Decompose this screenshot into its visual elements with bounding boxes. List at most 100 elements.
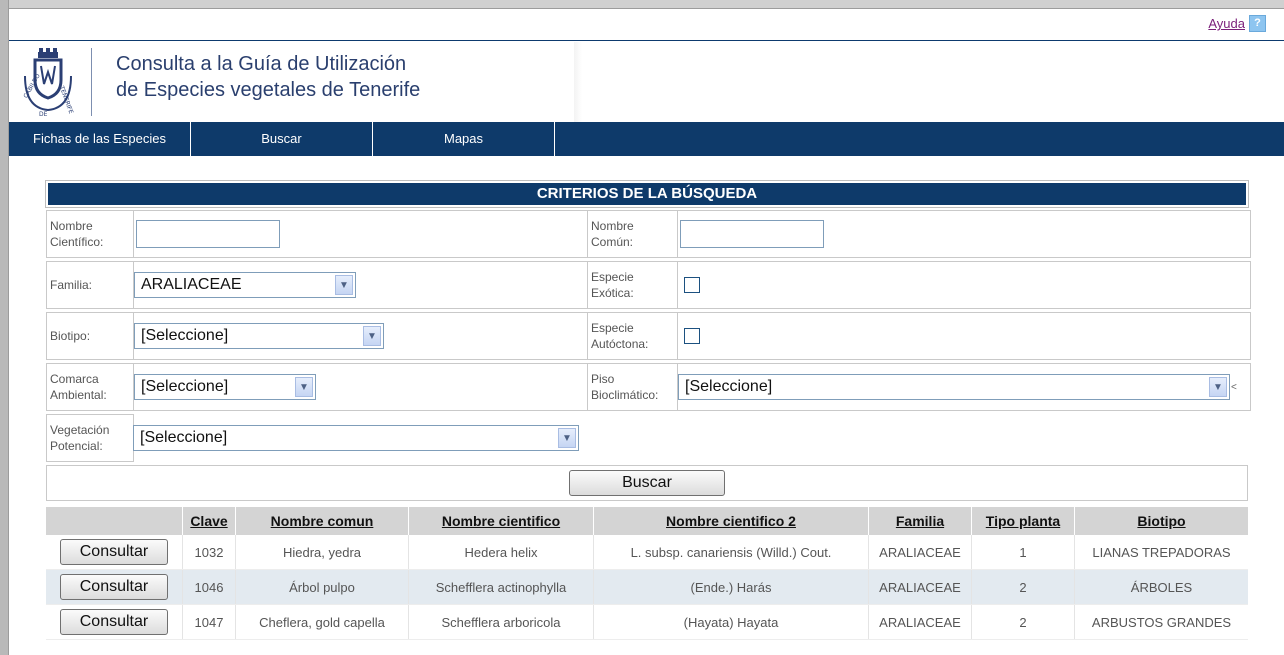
nombre-cientifico-label: Nombre Científico: (46, 210, 134, 258)
window-frame-top (0, 0, 1284, 9)
cell-tipo-planta: 2 (971, 569, 1075, 605)
criteria-row-5: Vegetación Potencial: [Seleccione] ▼ (46, 414, 1248, 462)
main-navbar: Fichas de las Especies Buscar Mapas (9, 122, 1284, 156)
help-link[interactable]: Ayuda (1208, 16, 1245, 31)
table-row: Consultar 1047 Cheflera, gold capella Sc… (46, 604, 1248, 640)
site-header: CABILDO TENERIFE DE Consulta a la Guía d… (9, 40, 1284, 122)
table-row: Consultar 1032 Hiedra, yedra Hedera heli… (46, 535, 1248, 570)
vegetacion-potencial-label: Vegetación Potencial: (46, 414, 134, 462)
especie-exotica-cell (677, 261, 1251, 309)
cell-nombre-cientifico: Hedera helix (408, 535, 594, 570)
chevron-down-icon[interactable]: ▼ (1209, 377, 1227, 397)
chevron-down-icon[interactable]: ▼ (295, 377, 313, 397)
chevron-down-icon[interactable]: ▼ (363, 326, 381, 346)
especie-exotica-checkbox[interactable] (684, 277, 700, 293)
especie-autoctona-cell (677, 312, 1251, 360)
header-familia[interactable]: Familia (868, 507, 972, 535)
help-link-area: Ayuda ? (1208, 15, 1266, 32)
cell-tipo-planta: 1 (971, 535, 1075, 570)
table-row: Consultar 1046 Árbol pulpo Schefflera ac… (46, 569, 1248, 605)
results-table: Clave Nombre comun Nombre cientifico Nom… (46, 507, 1248, 640)
criteria-title: CRITERIOS DE LA BÚSQUEDA (45, 180, 1249, 208)
biotipo-cell: [Seleccione] ▼ (133, 312, 588, 360)
cell-biotipo: ARBUSTOS GRANDES (1074, 604, 1248, 640)
buscar-button[interactable]: Buscar (569, 470, 725, 496)
familia-selected-value: ARALIACEAE (141, 276, 242, 293)
piso-bioclimatico-select[interactable]: [Seleccione] ▼ (678, 374, 1230, 400)
site-title-line1: Consulta a la Guía de Utilización (116, 53, 407, 75)
header-shade (574, 42, 582, 122)
nav-buscar[interactable]: Buscar (191, 122, 373, 156)
header-tipo-planta[interactable]: Tipo planta (971, 507, 1075, 535)
familia-cell: ARALIACEAE ▼ (133, 261, 588, 309)
especie-autoctona-checkbox[interactable] (684, 328, 700, 344)
criteria-row-2: Familia: ARALIACEAE ▼ Especie Exótica: (46, 261, 1251, 309)
especie-exotica-label: Especie Exótica: (587, 261, 678, 309)
comarca-ambiental-select[interactable]: [Seleccione] ▼ (134, 374, 316, 400)
logo-divider (91, 48, 92, 116)
cell-nombre-comun: Hiedra, yedra (235, 535, 409, 570)
piso-bioclimatico-cell: [Seleccione] ▼ < (677, 363, 1251, 411)
familia-label: Familia: (46, 261, 134, 309)
chevron-down-icon[interactable]: ▼ (335, 275, 353, 295)
consultar-cell: Consultar (46, 604, 183, 640)
especie-autoctona-label: Especie Autóctona: (587, 312, 678, 360)
svg-text:TENERIFE: TENERIFE (58, 84, 75, 115)
criteria-row-3: Biotipo: [Seleccione] ▼ Especie Autócton… (46, 312, 1251, 360)
cell-nombre-cientifico-2: L. subsp. canariensis (Willd.) Cout. (593, 535, 869, 570)
cell-nombre-cientifico: Schefflera actinophylla (408, 569, 594, 605)
biotipo-select[interactable]: [Seleccione] ▼ (134, 323, 384, 349)
familia-select[interactable]: ARALIACEAE ▼ (134, 272, 356, 298)
nav-fichas-especies[interactable]: Fichas de las Especies (9, 122, 191, 156)
cabildo-logo: CABILDO TENERIFE DE (19, 46, 77, 120)
chevron-down-icon[interactable]: ▼ (558, 428, 576, 448)
results-header-row: Clave Nombre comun Nombre cientifico Nom… (46, 507, 1248, 535)
cell-nombre-comun: Cheflera, gold capella (235, 604, 409, 640)
vegetacion-selected-value: [Seleccione] (140, 429, 228, 446)
biotipo-selected-value: [Seleccione] (141, 327, 229, 344)
comarca-ambiental-cell: [Seleccione] ▼ (133, 363, 588, 411)
cell-nombre-cientifico-2: (Hayata) Hayata (593, 604, 869, 640)
nav-mapas[interactable]: Mapas (373, 122, 555, 156)
consultar-cell: Consultar (46, 569, 183, 605)
piso-suffix: < (1231, 381, 1237, 393)
header-nombre-cientifico[interactable]: Nombre cientifico (408, 507, 594, 535)
site-title-line2: de Especies vegetales de Tenerife (116, 79, 421, 101)
cell-tipo-planta: 2 (971, 604, 1075, 640)
criteria-row-1: Nombre Científico: Nombre Común: (46, 210, 1251, 258)
svg-text:DE: DE (39, 111, 48, 118)
nombre-cientifico-cell (133, 210, 588, 258)
consultar-button[interactable]: Consultar (60, 539, 168, 565)
cell-nombre-cientifico-2: (Ende.) Harás (593, 569, 869, 605)
header-clave[interactable]: Clave (182, 507, 236, 535)
page: Ayuda ? CABILDO TENERIFE DE Consulta a l… (9, 9, 1284, 655)
search-criteria-panel: CRITERIOS DE LA BÚSQUEDA Nombre Científi… (45, 180, 1251, 501)
header-nombre-cientifico-2[interactable]: Nombre cientifico 2 (593, 507, 869, 535)
site-title: Consulta a la Guía de Utilización de Esp… (116, 51, 420, 103)
consultar-button[interactable]: Consultar (60, 574, 168, 600)
criteria-row-4: Comarca Ambiental: [Seleccione] ▼ Piso B… (46, 363, 1251, 411)
consultar-cell: Consultar (46, 535, 183, 570)
help-question-icon[interactable]: ? (1249, 15, 1266, 32)
vegetacion-potencial-cell: [Seleccione] ▼ (133, 414, 588, 462)
header-biotipo[interactable]: Biotipo (1074, 507, 1248, 535)
cell-familia: ARALIACEAE (868, 604, 972, 640)
consultar-button[interactable]: Consultar (60, 609, 168, 635)
cell-familia: ARALIACEAE (868, 569, 972, 605)
cell-nombre-cientifico: Schefflera arboricola (408, 604, 594, 640)
piso-bioclimatico-label: Piso Bioclimático: (587, 363, 678, 411)
piso-selected-value: [Seleccione] (685, 378, 773, 395)
nombre-comun-label: Nombre Común: (587, 210, 678, 258)
cell-biotipo: ÁRBOLES (1074, 569, 1248, 605)
comarca-selected-value: [Seleccione] (141, 378, 229, 395)
cell-clave: 1047 (182, 604, 236, 640)
cell-familia: ARALIACEAE (868, 535, 972, 570)
vegetacion-potencial-select[interactable]: [Seleccione] ▼ (133, 425, 579, 451)
nombre-comun-input[interactable] (680, 220, 824, 248)
header-nombre-comun[interactable]: Nombre comun (235, 507, 409, 535)
comarca-ambiental-label: Comarca Ambiental: (46, 363, 134, 411)
header-empty (46, 507, 183, 535)
nombre-comun-cell (677, 210, 1251, 258)
nombre-cientifico-input[interactable] (136, 220, 280, 248)
biotipo-label: Biotipo: (46, 312, 134, 360)
